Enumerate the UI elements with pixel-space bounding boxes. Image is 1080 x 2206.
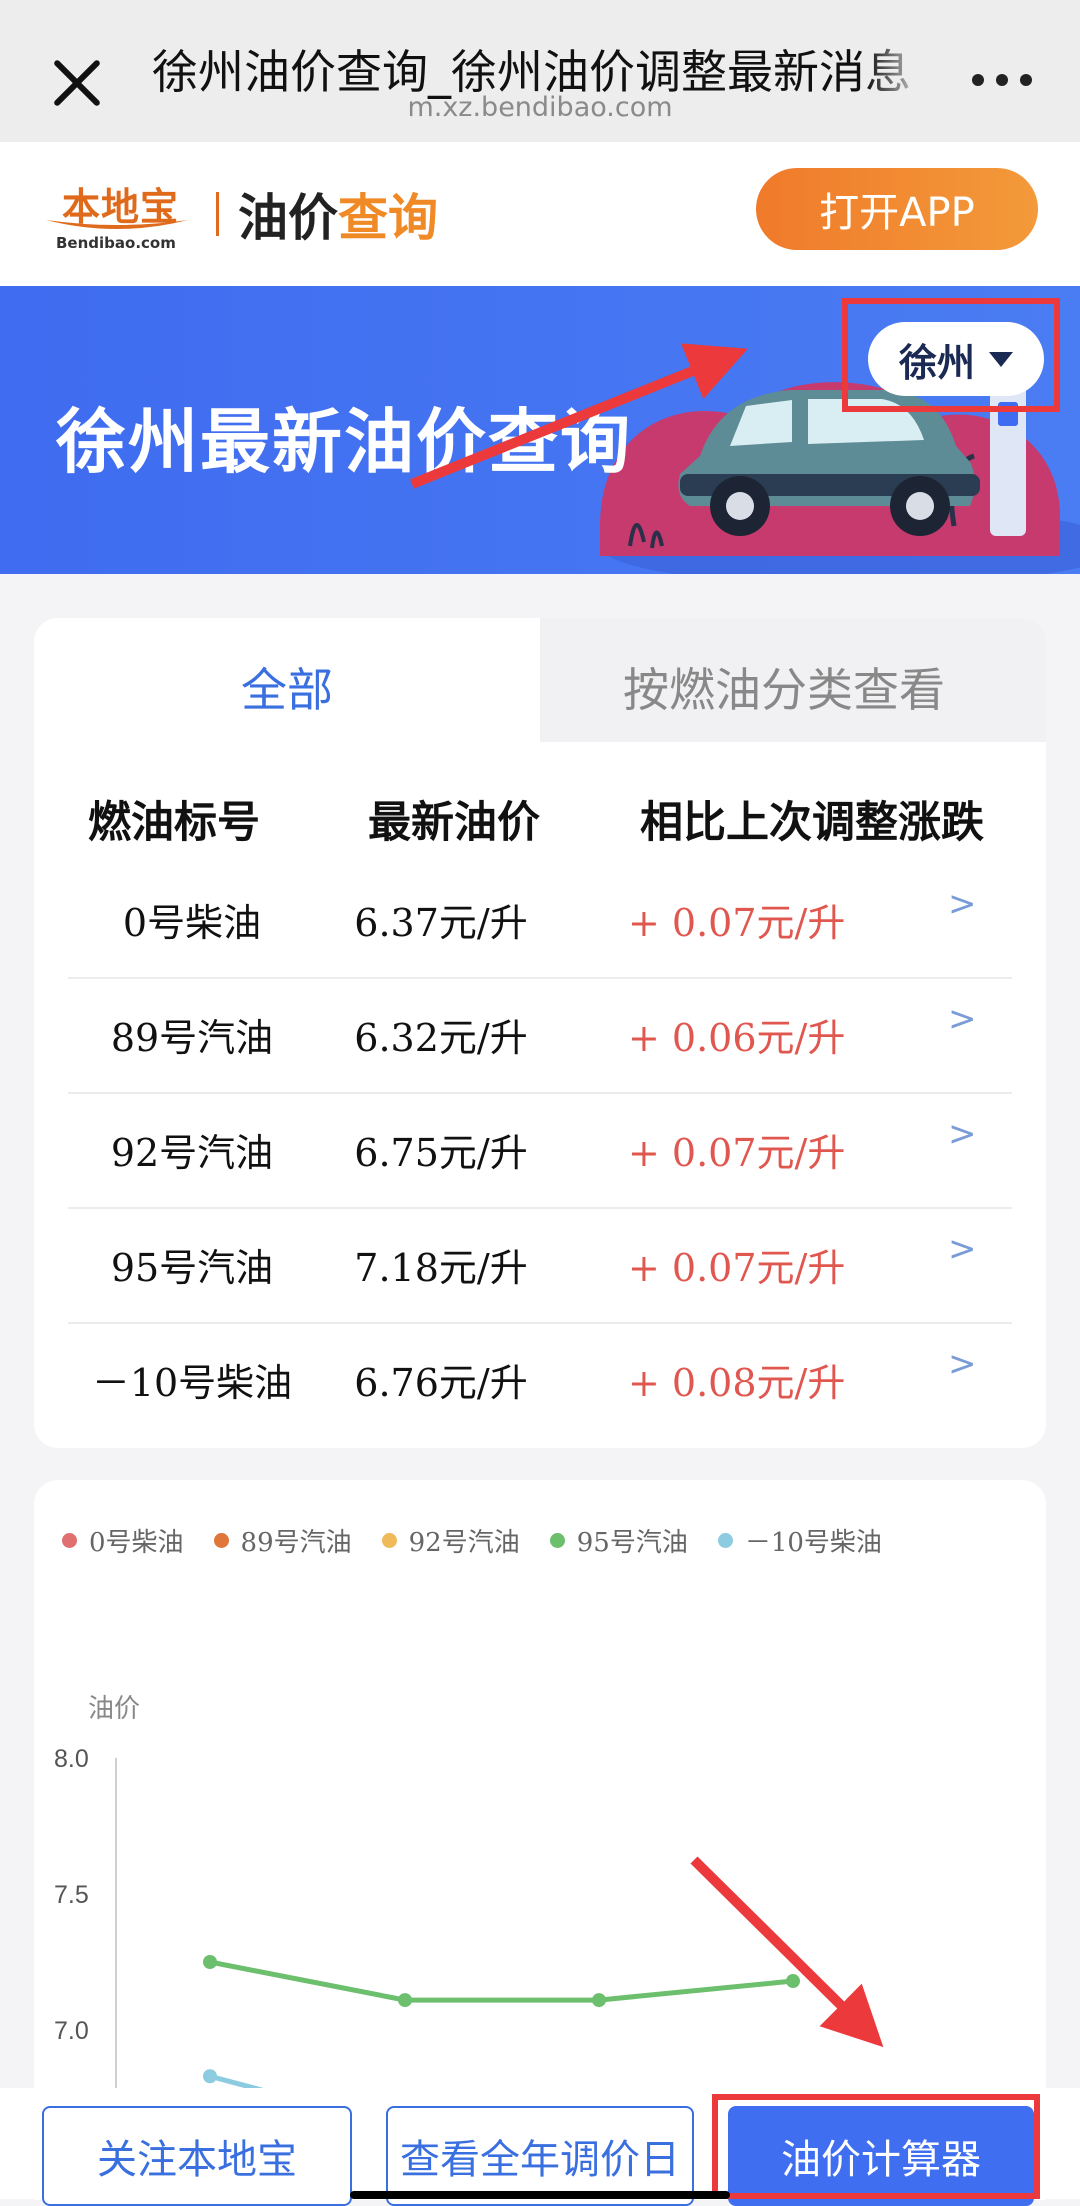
annotation-highlight-city: [842, 298, 1060, 412]
price-table-card: 全部 按燃油分类查看 燃油标号 最新油价 相比上次调整涨跌 0号柴油 6.37元…: [34, 618, 1046, 1448]
section-title: 油价查询: [238, 178, 438, 250]
chevron-right-icon[interactable]: >: [948, 1344, 977, 1384]
chevron-right-icon[interactable]: >: [948, 884, 977, 924]
fuel-price: 6.37元/升: [354, 901, 528, 945]
data-point[interactable]: [592, 1993, 606, 2008]
tab-bar: 全部 按燃油分类查看: [34, 618, 1046, 742]
table-row[interactable]: 92号汽油 6.75元/升 + 0.07元/升 >: [68, 1094, 1012, 1209]
fuel-price: 7.18元/升: [354, 1246, 528, 1290]
y-tick-label: 7.0: [54, 2017, 89, 2045]
fuel-name: －10号柴油: [91, 1361, 293, 1405]
header-price: 最新油价: [368, 798, 540, 848]
banner-title: 徐州最新油价查询: [56, 401, 632, 483]
price-change: + 0.07元/升: [628, 901, 846, 945]
header-fuel: 燃油标号: [88, 798, 260, 848]
fuel-name: 92号汽油: [110, 1131, 274, 1175]
section-title-accent: 查询: [338, 189, 438, 247]
open-app-button[interactable]: 打开APP: [756, 168, 1038, 250]
price-change: + 0.08元/升: [628, 1361, 846, 1405]
series-line: [209, 1959, 794, 2003]
header-change: 相比上次调整涨跌: [640, 798, 984, 848]
fuel-price: 6.76元/升: [354, 1361, 528, 1405]
chevron-right-icon[interactable]: >: [948, 1229, 977, 1269]
data-point[interactable]: [203, 1955, 217, 1969]
price-change: + 0.07元/升: [628, 1131, 846, 1175]
bendibao-logo[interactable]: 本地宝 Bendibao.com: [42, 172, 192, 260]
y-tick-label: 8.0: [54, 1745, 89, 1773]
fuel-name: 95号汽油: [110, 1246, 274, 1290]
price-change: + 0.07元/升: [628, 1246, 846, 1290]
table-row[interactable]: －10号柴油 6.76元/升 + 0.08元/升 >: [68, 1324, 1012, 1439]
tab-by-fuel-type[interactable]: 按燃油分类查看: [504, 654, 1064, 720]
y-tick-label: 7.5: [54, 1881, 89, 1909]
data-point[interactable]: [786, 1974, 800, 1989]
table-row[interactable]: 95号汽油 7.18元/升 + 0.07元/升 >: [68, 1209, 1012, 1324]
chevron-right-icon[interactable]: >: [948, 999, 977, 1039]
data-point[interactable]: [203, 2069, 217, 2084]
fuel-price: 6.32元/升: [354, 1016, 528, 1060]
chevron-right-icon[interactable]: >: [948, 1114, 977, 1154]
home-indicator: [350, 2191, 730, 2199]
tab-all[interactable]: 全部: [34, 654, 540, 720]
fuel-name: 89号汽油: [110, 1016, 274, 1060]
page-url: m.xz.bendibao.com: [407, 92, 673, 123]
fuel-price: 6.75元/升: [354, 1131, 528, 1175]
logo-swoosh-icon: [46, 220, 188, 229]
fuel-name: 0号柴油: [122, 901, 262, 945]
logo-subtitle: Bendibao.com: [56, 234, 176, 252]
header-divider: [216, 192, 219, 236]
browser-title-bar: 徐州油价查询_徐州油价调整最新消息 m.xz.bendibao.com: [0, 0, 1080, 142]
price-change: + 0.06元/升: [628, 1016, 846, 1060]
more-options-icon[interactable]: [972, 74, 1032, 88]
data-point[interactable]: [398, 1993, 412, 2008]
table-row[interactable]: 89号汽油 6.32元/升 + 0.06元/升 >: [68, 979, 1012, 1094]
annotation-highlight-calculator: [712, 2094, 1040, 2199]
section-title-plain: 油价: [238, 189, 338, 247]
site-header: 本地宝 Bendibao.com 油价查询 打开APP: [0, 142, 1080, 286]
follow-button[interactable]: 关注本地宝: [42, 2106, 352, 2206]
table-row[interactable]: 0号柴油 6.37元/升 + 0.07元/升 >: [68, 864, 1012, 979]
